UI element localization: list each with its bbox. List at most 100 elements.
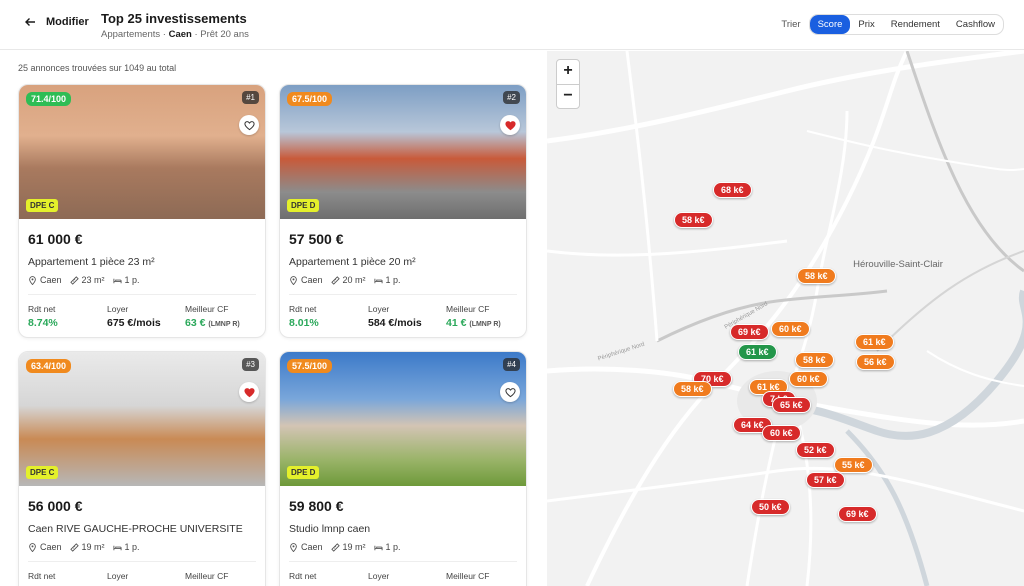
favorite-button[interactable] <box>500 382 520 402</box>
dpe-badge: DPE D <box>287 199 320 212</box>
favorite-button[interactable] <box>239 115 259 135</box>
rank-badge: #2 <box>503 91 520 104</box>
price-marker[interactable]: 65 k€ <box>772 397 811 413</box>
listing-area: 19 m² <box>69 542 105 552</box>
stat-rent: Loyer <box>368 571 389 584</box>
zoom-in-button[interactable]: + <box>557 60 579 84</box>
stat-yield-value: 8.74% <box>28 317 58 329</box>
price-marker[interactable]: 52 k€ <box>796 442 835 458</box>
listing-price: 56 000 € <box>28 498 83 514</box>
listing-meta: Caen 19 m² 1 p. <box>28 542 140 552</box>
stat-cashflow-amount: 41 € <box>446 317 467 329</box>
score-badge: 67.5/100 <box>287 92 333 106</box>
listing-rooms-label: 1 p. <box>385 542 401 552</box>
price-marker[interactable]: 58 k€ <box>673 381 712 397</box>
sort-control: Trier Score Prix Rendement Cashflow <box>781 14 1004 35</box>
zoom-control: + − <box>556 59 580 109</box>
card-divider <box>289 561 517 562</box>
listing-city-label: Caen <box>301 542 323 552</box>
stat-cashflow: Meilleur CF 41 € (LMNP R) <box>446 304 501 329</box>
rank-badge: #3 <box>242 358 259 371</box>
listing-rooms: 1 p. <box>112 275 140 285</box>
listing-city: Caen <box>289 542 323 552</box>
zoom-out-button[interactable]: − <box>557 84 579 108</box>
place-label: Hérouville-Saint-Clair <box>853 259 943 270</box>
listing-city-label: Caen <box>301 275 323 285</box>
listing-area-label: 19 m² <box>81 542 105 552</box>
score-badge: 71.4/100 <box>26 92 72 106</box>
area-icon <box>69 542 79 552</box>
stat-yield-label: Rdt net <box>28 571 56 581</box>
price-marker[interactable]: 58 k€ <box>674 212 713 228</box>
favorite-button[interactable] <box>239 382 259 402</box>
price-marker[interactable]: 69 k€ <box>730 324 769 340</box>
dpe-badge: DPE C <box>26 199 59 212</box>
stat-rent-label: Loyer <box>368 571 390 581</box>
listing-card[interactable]: 67.5/100 #2 DPE D 57 500 € Appartement 1 piè… <box>279 84 527 338</box>
price-marker[interactable]: 60 k€ <box>771 321 810 337</box>
stat-cashflow-value: 41 € (LMNP R) <box>446 317 501 329</box>
area-icon <box>330 275 340 285</box>
stat-cashflow-regime: (LMNP R) <box>208 321 240 328</box>
price-marker[interactable]: 58 k€ <box>797 268 836 284</box>
listing-city: Caen <box>28 542 62 552</box>
stat-yield-label: Rdt net <box>28 304 56 314</box>
dpe-badge: DPE C <box>26 466 59 479</box>
stat-cashflow-label: Meilleur CF <box>185 304 229 314</box>
stat-cashflow-regime: (LMNP R) <box>469 321 501 328</box>
rank-badge: #1 <box>242 91 259 104</box>
listing-area: 23 m² <box>69 275 105 285</box>
stat-cashflow-label: Meilleur CF <box>446 304 490 314</box>
bed-icon <box>112 545 122 550</box>
stat-rent-label: Loyer <box>107 571 129 581</box>
sort-yield-button[interactable]: Rendement <box>883 15 948 34</box>
price-marker[interactable]: 68 k€ <box>713 182 752 198</box>
stat-rent: Loyer <box>107 571 128 584</box>
bed-icon <box>373 545 383 550</box>
listing-city: Caen <box>289 275 323 285</box>
listing-card[interactable]: 57.5/100 #4 DPE D 59 800 € Studio lmnp caen C… <box>279 351 527 586</box>
price-marker[interactable]: 55 k€ <box>834 457 873 473</box>
price-marker[interactable]: 58 k€ <box>795 352 834 368</box>
stat-yield: Rdt net 8.74% <box>28 304 58 329</box>
back-button[interactable]: Modifier <box>24 16 89 28</box>
sort-price-button[interactable]: Prix <box>850 15 882 34</box>
listing-card[interactable]: 71.4/100 #1 DPE C 61 000 € Appartement 1 piè… <box>18 84 266 338</box>
stat-cashflow: Meilleur CF <box>185 571 228 584</box>
price-marker[interactable]: 56 k€ <box>856 354 895 370</box>
score-badge: 57.5/100 <box>287 359 333 373</box>
price-marker[interactable]: 69 k€ <box>838 506 877 522</box>
page-subtitle: Appartements · Caen · Prêt 20 ans <box>101 29 249 40</box>
map[interactable]: + − Hérouville-Saint-Clair Périphérique … <box>547 51 1024 586</box>
sort-cashflow-button[interactable]: Cashflow <box>948 15 1003 34</box>
arrow-left-icon <box>25 18 35 26</box>
price-marker[interactable]: 57 k€ <box>806 472 845 488</box>
subtitle-city: Caen <box>168 29 192 40</box>
dpe-badge: DPE D <box>287 466 320 479</box>
stat-yield: Rdt net 8.01% <box>289 304 319 329</box>
heart-icon <box>243 120 255 130</box>
favorite-button[interactable] <box>500 115 520 135</box>
price-marker[interactable]: 60 k€ <box>762 425 801 441</box>
listing-card[interactable]: 63.4/100 #3 DPE C 56 000 € Caen RIVE GAUCHE-… <box>18 351 266 586</box>
listing-price: 61 000 € <box>28 231 83 247</box>
area-icon <box>330 542 340 552</box>
price-marker[interactable]: 61 k€ <box>738 344 777 360</box>
stat-cashflow-amount: 63 € <box>185 317 206 329</box>
card-divider <box>28 294 256 295</box>
stat-rent-value: 584 €/mois <box>368 317 422 329</box>
stat-yield: Rdt net <box>28 571 55 584</box>
price-marker[interactable]: 60 k€ <box>789 371 828 387</box>
results-count: 25 annonces trouvées sur 1049 au total <box>18 63 177 73</box>
stat-yield-label: Rdt net <box>289 304 317 314</box>
results-list[interactable]: 25 annonces trouvées sur 1049 au total 7… <box>0 51 546 586</box>
price-marker[interactable]: 61 k€ <box>855 334 894 350</box>
listing-area: 20 m² <box>330 275 366 285</box>
location-icon <box>29 542 36 552</box>
listing-price: 57 500 € <box>289 231 344 247</box>
sort-score-button[interactable]: Score <box>809 15 851 34</box>
listing-rooms-label: 1 p. <box>124 275 140 285</box>
listing-rooms-label: 1 p. <box>124 542 140 552</box>
price-marker[interactable]: 50 k€ <box>751 499 790 515</box>
card-divider <box>289 294 517 295</box>
